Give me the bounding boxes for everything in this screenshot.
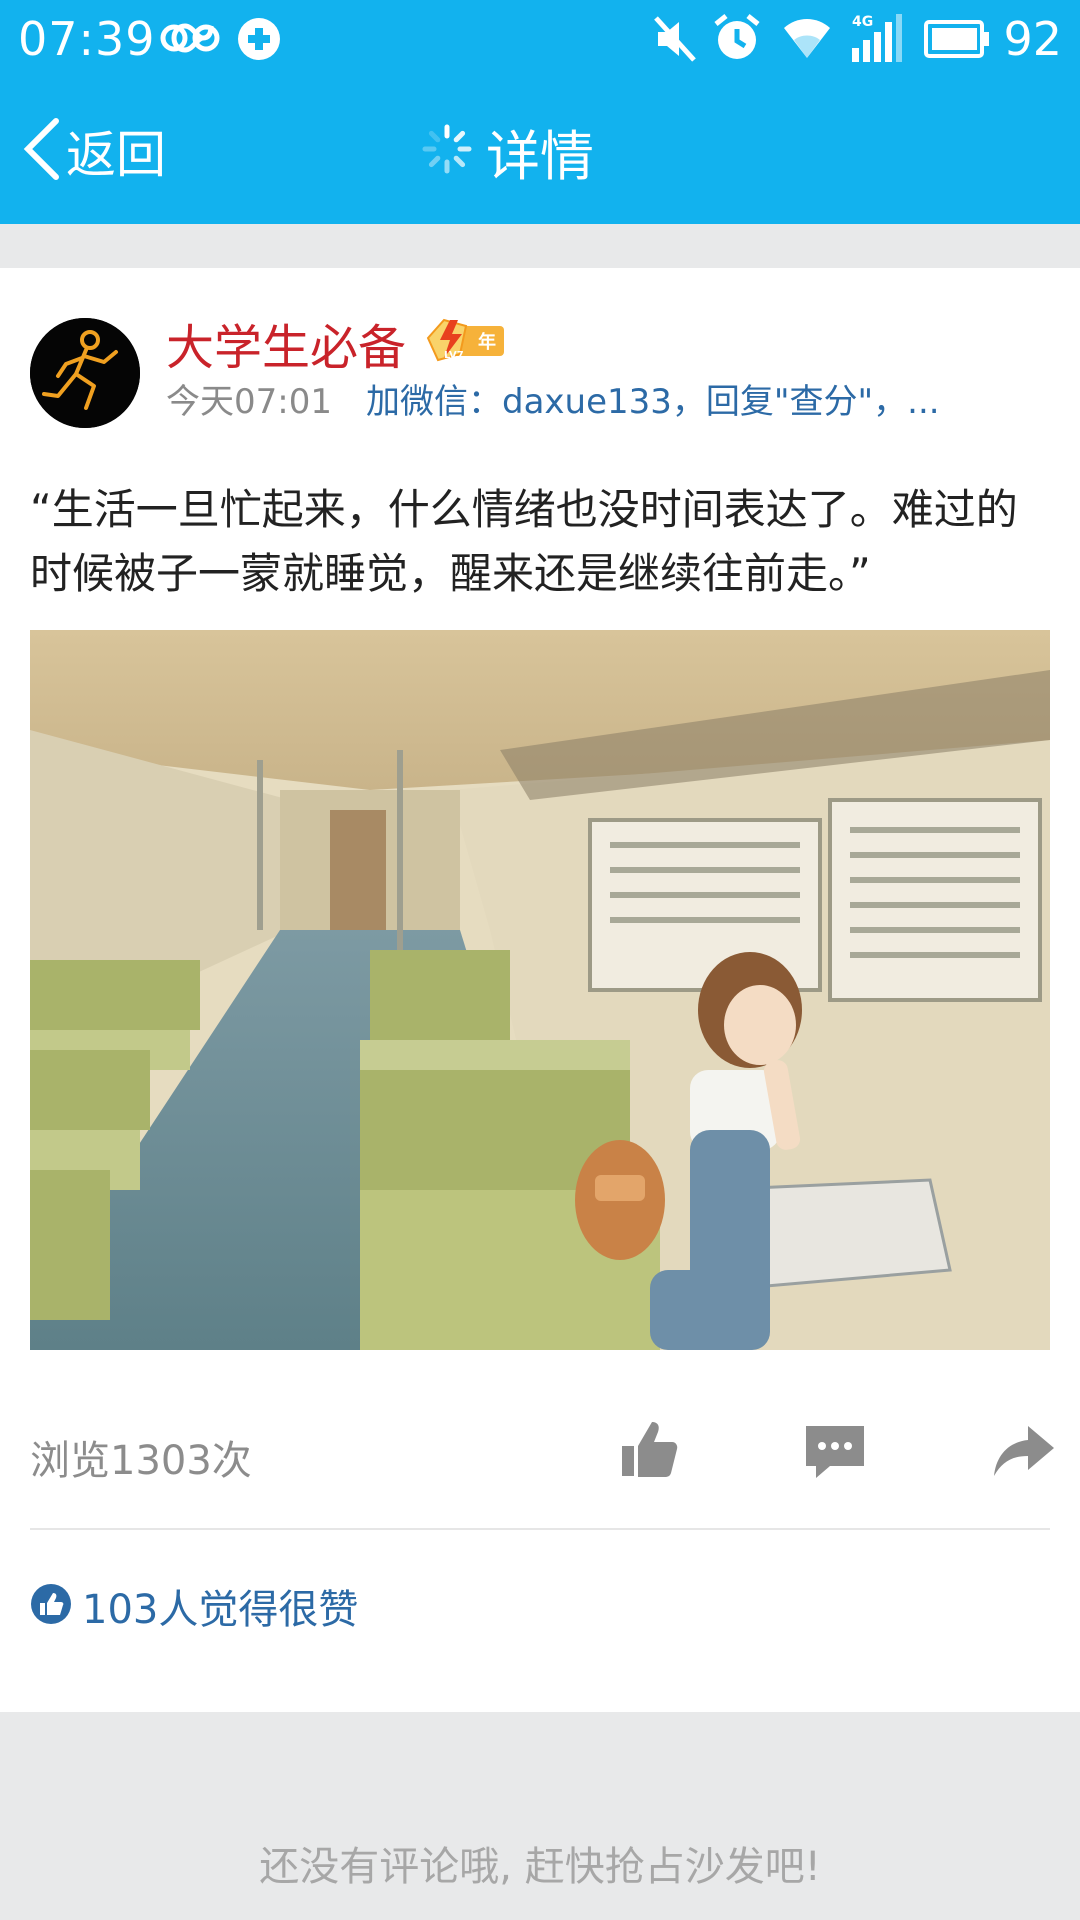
avatar[interactable] bbox=[30, 318, 140, 428]
status-time: 07:39 bbox=[18, 12, 156, 66]
post-card: 大学生必备 LV7 年 今天07:01 加微信：daxue133，回复"查分"，… bbox=[0, 268, 1080, 1712]
post-text: “生活一旦忙起来，什么情绪也没时间表达了。难过的时候被子一蒙就睡觉，醒来还是继续… bbox=[30, 485, 1018, 598]
view-count: 浏览1303次 bbox=[30, 1438, 252, 1484]
likes-count-text: 103人觉得很赞 bbox=[82, 1587, 359, 1633]
likes-summary[interactable]: 103人觉得很赞 bbox=[30, 1578, 358, 1634]
level-badge-level: LV7 bbox=[444, 350, 464, 361]
loading-spinner-icon bbox=[420, 122, 474, 180]
status-bar: 07:39 4G 92 bbox=[0, 0, 1080, 78]
comment-button[interactable] bbox=[800, 1416, 870, 1486]
svg-text:4G: 4G bbox=[852, 14, 873, 30]
title-group: 详情 bbox=[420, 114, 594, 188]
title-bar: 返回 详情 bbox=[0, 78, 1080, 224]
sync-icon bbox=[234, 14, 284, 68]
back-button[interactable]: 返回 bbox=[22, 114, 166, 188]
post-image[interactable] bbox=[30, 630, 1050, 1350]
no-comments-hint: 还没有评论哦, 赶快抢占沙发吧! bbox=[259, 1844, 821, 1890]
page-title: 详情 bbox=[486, 124, 594, 188]
wifi-icon bbox=[782, 14, 832, 64]
back-label: 返回 bbox=[66, 126, 166, 184]
share-button[interactable] bbox=[990, 1416, 1060, 1486]
battery-icon bbox=[924, 20, 990, 62]
battery-level: 92 bbox=[1003, 12, 1062, 66]
4g-signal-icon: 4G bbox=[848, 12, 904, 68]
alarm-icon bbox=[712, 12, 762, 68]
chevron-left-icon bbox=[22, 117, 62, 185]
infinity-icon bbox=[158, 16, 222, 64]
divider bbox=[30, 1528, 1050, 1530]
level-badge: LV7 年 bbox=[422, 314, 506, 368]
thumbs-up-icon bbox=[30, 1583, 72, 1629]
mute-icon bbox=[652, 14, 698, 68]
level-badge-suffix: 年 bbox=[478, 331, 496, 353]
post-time: 今天07:01 bbox=[166, 382, 332, 422]
author-name[interactable]: 大学生必备 bbox=[166, 308, 406, 378]
author-signature: 加微信：daxue133，回复"查分"，... bbox=[366, 382, 940, 422]
like-button[interactable] bbox=[614, 1416, 684, 1486]
